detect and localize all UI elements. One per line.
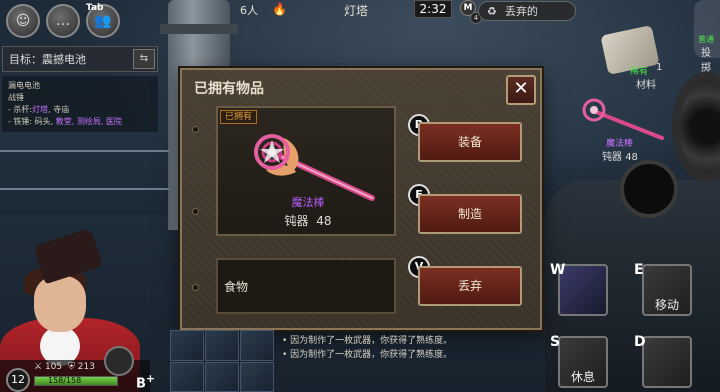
skill-key-d: D bbox=[634, 334, 646, 350]
skill-d[interactable]: D bbox=[634, 334, 692, 388]
quest-line: 战锤 bbox=[8, 93, 24, 102]
shield-icon[interactable] bbox=[104, 346, 134, 376]
fence-scenery bbox=[0, 150, 170, 190]
item-type: 钝器 48 bbox=[284, 214, 332, 228]
emote-icon: ☺ bbox=[15, 13, 31, 29]
character-face bbox=[34, 276, 86, 332]
equip-button[interactable]: 装备 bbox=[418, 122, 522, 162]
owned-tag: 已拥有 bbox=[220, 110, 258, 124]
chat-button[interactable]: … bbox=[46, 4, 80, 38]
top-left-menu: ☺ … Tab 👥 bbox=[0, 0, 126, 42]
close-button[interactable]: ✕ bbox=[506, 75, 536, 105]
objective-label: 目标：震撼电池 bbox=[9, 53, 86, 66]
skill-label-rest: 休息 bbox=[570, 370, 595, 384]
discarded-items-button[interactable]: ♻ 丢弃的 bbox=[478, 1, 576, 21]
team-icon: 👥 bbox=[94, 13, 112, 29]
throw-label: 投掷 bbox=[701, 48, 711, 74]
skill-e[interactable]: E 移动 bbox=[634, 262, 692, 316]
rivet-decoration bbox=[192, 208, 199, 215]
inventory-slot[interactable] bbox=[205, 361, 239, 392]
inventory-slot[interactable] bbox=[205, 330, 239, 361]
tab-key-label: Tab bbox=[86, 3, 104, 13]
inventory-slot[interactable] bbox=[240, 330, 274, 361]
side-weapon-type: 钝器 48 bbox=[602, 152, 638, 163]
system-log: • 因为制作了一枚武器，你获得了熟练度。 • 因为制作了一枚武器，你获得了熟练度… bbox=[276, 334, 546, 362]
inventory-slot[interactable] bbox=[170, 361, 204, 392]
swap-icon[interactable]: ⇆ bbox=[133, 49, 155, 69]
material-count: 1 bbox=[656, 62, 663, 73]
owned-items-dialog: 已拥有物品 ✕ 已拥有 魔法棒 钝器 48 食物 R 装备 F 制造 V 丢弃 bbox=[180, 68, 542, 330]
torch-icon: 🔥 bbox=[272, 2, 287, 16]
quest-line: - 铁锤: 码头, 教堂, 测绘局, 医院 bbox=[8, 117, 122, 126]
skill-label-move: 移动 bbox=[654, 298, 679, 312]
inventory-strip bbox=[170, 330, 274, 392]
inventory-slot[interactable] bbox=[170, 330, 204, 361]
log-line: • 因为制作了一枚武器，你获得了熟练度。 bbox=[282, 350, 453, 360]
rivet-decoration bbox=[192, 284, 199, 291]
quest-panel: 漏电电池 战锤 - 杀杆:灯塔, 寺庙 - 铁锤: 码头, 教堂, 测绘局, 医… bbox=[2, 76, 158, 132]
item-name: 魔法棒 bbox=[291, 196, 325, 209]
chat-icon: … bbox=[56, 13, 70, 29]
dialog-title: 已拥有物品 bbox=[194, 81, 264, 97]
quest-title: 漏电电池 bbox=[8, 81, 40, 90]
material-label: 材料 bbox=[636, 80, 656, 91]
map-name: 灯塔 bbox=[344, 4, 369, 18]
game-timer: 2:32 bbox=[414, 0, 452, 18]
rivet-decoration bbox=[192, 126, 199, 133]
hp-text: 158/158 bbox=[48, 376, 82, 385]
team-button[interactable]: Tab 👥 bbox=[86, 3, 120, 38]
defense-stat: ⛨ 213 bbox=[68, 362, 95, 372]
quest-line: - 杀杆:灯塔, 寺庙 bbox=[8, 105, 70, 114]
skill-key-e: E bbox=[634, 262, 644, 278]
attack-stat: ⚔ 105 bbox=[34, 362, 63, 372]
craft-button[interactable]: 制造 bbox=[418, 194, 522, 234]
log-line: • 因为制作了一枚武器，你获得了熟练度。 bbox=[282, 336, 453, 346]
empty-slot[interactable] bbox=[620, 160, 678, 218]
skill-s[interactable]: S 休息 bbox=[550, 334, 608, 388]
player-count: 6人 bbox=[240, 4, 258, 17]
discard-button[interactable]: 丢弃 bbox=[418, 266, 522, 306]
emote-button[interactable]: ☺ bbox=[6, 4, 40, 38]
item-card[interactable]: 已拥有 魔法棒 钝器 48 bbox=[216, 106, 396, 236]
discarded-label: 丢弃的 bbox=[504, 5, 538, 18]
skill-key-s: S bbox=[550, 334, 561, 350]
objective-bar[interactable]: 目标：震撼电池 ⇆ bbox=[2, 46, 158, 72]
skill-key-w: W bbox=[550, 262, 566, 278]
b-key-button[interactable]: B+ bbox=[136, 372, 155, 391]
stat-row: ⚔ 105 ⛨ 213 bbox=[34, 362, 95, 372]
inventory-slot[interactable] bbox=[240, 361, 274, 392]
recycle-icon: ♻ bbox=[487, 4, 497, 18]
player-level: 12 bbox=[6, 368, 30, 392]
food-slot[interactable]: 食物 bbox=[216, 258, 396, 314]
skill-w[interactable]: W bbox=[550, 262, 608, 316]
